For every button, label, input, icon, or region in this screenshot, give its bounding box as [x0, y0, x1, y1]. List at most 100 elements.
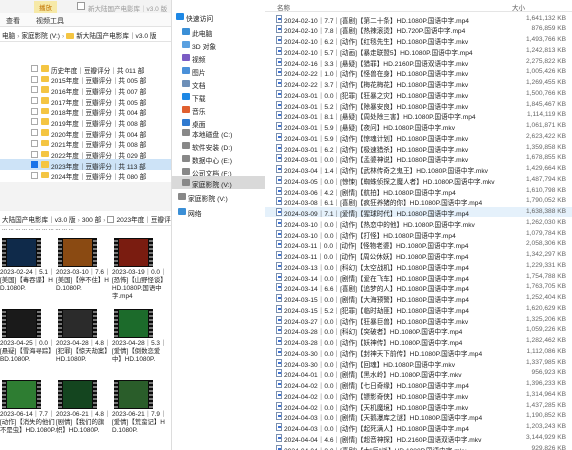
file-row[interactable]: 2024-03-08｜6.1｜[喜剧]【疯狂养猪的你】HD.1080P.国语中字… [265, 196, 572, 207]
breadcrumb-item[interactable]: 2023年度｜豆瓣评 [116, 217, 170, 224]
file-row[interactable]: 2024-02-16｜3.3｜[悬疑]【猎罪】HD.2160P.国语双语中字.m… [265, 56, 572, 68]
file-row[interactable]: 2024-04-03｜0.0｜[剧情]【天鹅瀑库之谜】HD.1080P.国语中字… [265, 411, 572, 422]
file-row[interactable]: 2024-04-04｜0.0｜[喜剧]【大"反"派】HD.1080P.国语中字.… [265, 443, 572, 450]
nav-item[interactable]: 视频 [172, 51, 265, 64]
file-row[interactable]: 2024-03-01｜0.0｜[动作]【孟婆神说】HD.1080P.国语中字.m… [265, 153, 572, 164]
checkbox[interactable] [31, 65, 38, 72]
column-size-header[interactable]: 大小 [512, 2, 525, 12]
video-thumbnail-tile[interactable]: 2023-06-21｜4.8｜[剧情]【我们的旗帜】HD.1080P. [56, 380, 112, 446]
breadcrumb-item[interactable]: 电脑 [2, 33, 15, 40]
file-row[interactable]: 2024-03-01｜8.1｜[悬疑]【周处除三害】HD.1080P.国语中字.… [265, 110, 572, 121]
nav-item[interactable]: 家庭影院 (V:) [172, 176, 265, 189]
tab-play[interactable]: 播放 [34, 1, 57, 13]
nav-item[interactable]: 3D 对象 [172, 38, 265, 51]
video-thumbnail-tile[interactable]: 2023-02-24｜5.1｜[美国]【毒吞谍】HD.1080P. [0, 238, 56, 304]
checkbox[interactable] [31, 86, 38, 94]
file-row[interactable]: 2024-02-10｜5.7｜[动画]【暴走联盟5】HD.1080P.国语中字.… [265, 45, 572, 57]
file-row[interactable]: 2024-03-15｜0.0｜[剧情]【大海预警】HD.1080P.国语中字.m… [265, 293, 572, 304]
checkbox[interactable] [31, 118, 38, 126]
file-row[interactable]: 2024-04-02｜0.0｜[动作]【天机魔境】HD.1080P.国语中字.m… [265, 400, 572, 412]
file-row[interactable]: 2024-03-28｜0.0｜[科幻]【突破者】HD.1080P.国语中字.mp… [265, 325, 572, 336]
list-item[interactable]: 历史年度｜豆瓣评分｜共 011 部 [0, 63, 171, 75]
breadcrumb-item[interactable]: 家庭影院 (V:) [21, 33, 60, 40]
video-thumbnail-tile[interactable]: 2023-04-25｜0.0｜[悬疑]【雪海寻踪】BD.1080P. [0, 309, 56, 375]
breadcrumb[interactable]: 电脑 › 家庭影院 (V:) › 新大陆国产电影库｜v3.0 版 [0, 27, 171, 42]
nav-item[interactable]: 家庭影院 (V:) [172, 190, 265, 203]
list-item[interactable]: 2023年度｜豆瓣评分｜共 113 部 [0, 159, 171, 171]
file-row[interactable]: 2024-02-10｜7.7｜[喜剧]【第二十条】HD.1080P.国语中字.m… [265, 13, 572, 25]
file-row[interactable]: 2024-02-22｜1.0｜[动作]【怪兽在身】HD.1080P.国语中字.m… [265, 67, 572, 78]
column-name-header[interactable]: 名称 [277, 2, 290, 12]
file-row[interactable]: 2024-03-14｜6.6｜[喜剧]【追梦的人】HD.1080P.国语中字.m… [265, 282, 572, 293]
nav-item[interactable]: 文档 [172, 77, 265, 90]
breadcrumb-item[interactable]: 新大陆国产电影库｜v3.0 版 [76, 33, 156, 40]
breadcrumb-item[interactable]: 300 部 [82, 217, 101, 224]
file-row[interactable]: 2024-03-10｜0.0｜[动作]【打怪】HD.1080P.国语中字.mp4… [265, 228, 572, 240]
nav-item[interactable]: 音乐 [172, 103, 265, 116]
file-row[interactable]: 2024-02-10｜6.2｜[动作]【红毯先生】HD.1080P.国语中字.m… [265, 35, 572, 46]
file-row[interactable]: 2024-03-01｜5.2｜[动作]【除暴安良】HD.1080P.国语中字.m… [265, 99, 572, 111]
checkbox[interactable] [31, 139, 38, 147]
file-row[interactable]: 2024-03-04｜1.4｜[动作]【武林传奇之鬼王】HD.1080P.国语中… [265, 164, 572, 175]
nav-item[interactable]: 此电脑 [172, 25, 265, 38]
list-item[interactable]: 2024年度｜豆瓣评分｜共 080 部 [0, 170, 171, 181]
video-thumbnail-tile[interactable]: 2023-04-28｜4.8｜[犯罪]【惊天劫案】HD.1080P. [56, 309, 112, 375]
video-thumbnail-tile[interactable]: 2023-04-28｜5.3｜[爱情]【倒数恋爱中】HD.1080P. [112, 309, 168, 375]
file-row[interactable]: 2024-03-01｜5.9｜[动作]【惊魂计划】HD.1080P.国语中字.m… [265, 131, 572, 143]
checkbox[interactable] [31, 161, 38, 169]
checkbox[interactable] [31, 107, 38, 115]
checkbox[interactable] [31, 75, 38, 83]
list-item[interactable]: 2019年度｜豆瓣评分｜共 008 部 [0, 116, 171, 128]
file-row[interactable]: 2024-03-15｜5.2｜[犯罪]【临时劫匪】HD.1080P.国语中字.m… [265, 303, 572, 315]
video-thumbnail-tile[interactable]: 2023-03-19｜0.0｜[恐怖]【山野怪谈】HD.1080P.国语中字.m… [112, 238, 168, 304]
tab-view[interactable]: 查看 [6, 16, 20, 26]
nav-item[interactable]: 下载 [172, 90, 265, 103]
file-row[interactable]: 2024-03-30｜0.0｜[动作]【封神天下前传】HD.1080P.国语中字… [265, 346, 572, 358]
file-row[interactable]: 2024-04-02｜0.0｜[动作]【镖影奇侠】HD.1080P.国语中字.m… [265, 389, 572, 401]
file-row[interactable]: 2024-04-01｜0.0｜[剧情]【黑水岭】HD.1080P.国语中字.mk… [265, 368, 572, 379]
nav-item[interactable]: 软件安装 (D:) [172, 139, 265, 152]
nav-item[interactable]: 数据中心 (E:) [172, 152, 265, 165]
checkbox[interactable] [31, 97, 38, 105]
nav-item[interactable]: 快速访问 [172, 10, 265, 23]
breadcrumb[interactable]: 大陆国产电影库｜v3.0 版 › 300 部 › 2023年度｜豆瓣评 [0, 211, 171, 226]
file-row[interactable]: 2024-03-01｜6.2｜[动作]【极速猎杀】HD.1080P.国语中字.m… [265, 142, 572, 154]
list-item[interactable]: 2017年度｜豆瓣评分｜共 005 部 [0, 95, 171, 107]
file-row[interactable]: 2024-03-01｜0.0｜[犯罪]【狂暴之灾】HD.1080P.国语中字.m… [265, 88, 572, 100]
video-thumbnail-tile[interactable]: 2023-03-10｜7.6｜[美国]【停不住】HD.1080P. [56, 238, 112, 304]
file-row[interactable]: 2024-04-04｜4.6｜[剧情]【超音神探】HD.2160P.国语双语中字… [265, 432, 572, 444]
file-row[interactable]: 2024-03-14｜0.0｜[剧情]【爱在飞车】HD.1080P.国语中字.m… [265, 271, 572, 283]
list-item[interactable]: 2015年度｜豆瓣评分｜共 005 部 [0, 74, 171, 85]
list-item[interactable]: 2016年度｜豆瓣评分｜共 007 部 [0, 84, 171, 96]
file-row[interactable]: 2024-03-06｜4.2｜[剧情]【航拍】HD.1080P.国语中字.mp4… [265, 185, 572, 197]
ribbon-checkbox[interactable] [77, 2, 85, 10]
file-row[interactable]: 2024-03-30｜0.0｜[动作]【回魂】HD.1080P.国语中字.mkv… [265, 357, 572, 369]
list-item[interactable]: 2020年度｜豆瓣评分｜共 004 部 [0, 127, 171, 139]
file-row[interactable]: 2024-03-13｜0.0｜[科幻]【太空战机】HD.1080P.国语中字.m… [265, 260, 572, 272]
checkbox[interactable] [31, 129, 38, 137]
breadcrumb-item[interactable]: 大陆国产电影库｜v3.0 版 [2, 217, 76, 224]
file-row[interactable]: 2024-02-10｜7.8｜[喜剧]【热辣滚烫】HD.720P.国语中字.mp… [265, 24, 572, 35]
list-item[interactable]: 2022年度｜豆瓣评分｜共 029 部 [0, 149, 171, 160]
file-row[interactable]: 2024-04-03｜0.0｜[动作]【起死满人】HD.1080P.国语中字.m… [265, 422, 572, 433]
file-row[interactable]: 2024-03-11｜0.0｜[动作]【周公休妖】HD.1080P.国语中字.m… [265, 250, 572, 261]
file-row[interactable]: 2024-02-22｜3.7｜[动作]【梅花梅花】HD.1080P.国语中字.m… [265, 78, 572, 89]
checkbox[interactable] [31, 171, 38, 179]
nav-item[interactable]: 网络 [172, 205, 265, 218]
nav-item[interactable]: 本地磁盘 (C:) [172, 126, 265, 139]
nav-item[interactable]: 图片 [172, 64, 265, 77]
file-row[interactable]: 2024-03-27｜0.0｜[动作]【狂暴巨兽】HD.1080P.国语中字.m… [265, 314, 572, 326]
file-row[interactable]: 2024-04-02｜0.0｜[剧情]【七日奇缘】HD.1080P.国语中字.m… [265, 379, 572, 390]
file-row[interactable]: 2024-03-28｜0.0｜[动作]【妖神传】HD.1080P.国语中字.mp… [265, 336, 572, 347]
list-item[interactable]: 2018年度｜豆瓣评分｜共 004 部 [0, 106, 171, 117]
file-row[interactable]: 2024-03-09｜7.1｜[爱情]【猩球时代】HD.1080P.国语中字.m… [265, 206, 572, 218]
file-row[interactable]: 2024-03-01｜5.9｜[悬疑]【夜问】HD.1080P.国语中字.mkv… [265, 121, 572, 132]
file-row[interactable]: 2024-03-11｜0.0｜[动作]【怪物老婆】HD.1080P.国语中字.m… [265, 239, 572, 250]
file-row[interactable]: 2024-03-05｜0.0｜[惊悚]【蜘蛛侦探之魔人者】HD.1080P.国语… [265, 174, 572, 186]
checkbox[interactable] [107, 216, 115, 223]
video-thumbnail-tile[interactable]: 2023-06-14｜7.7｜[动作]【消失的他们不是虫】HD.1080P. [0, 380, 56, 446]
checkbox[interactable] [31, 150, 38, 158]
file-row[interactable]: 2024-03-10｜0.0｜[动作]【热恋中的他】HD.1080P.国语中字.… [265, 217, 572, 229]
tab-video-tools[interactable]: 视频工具 [36, 16, 64, 26]
list-item[interactable]: 2021年度｜豆瓣评分｜共 008 部 [0, 138, 171, 149]
